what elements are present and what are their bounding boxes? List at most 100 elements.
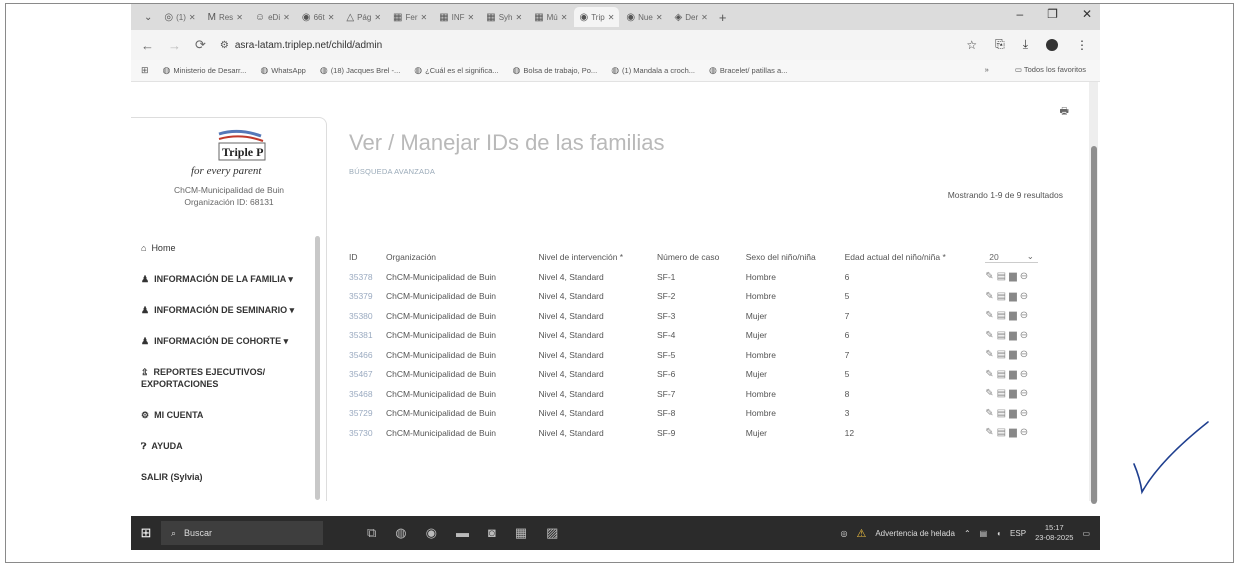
column-header[interactable]: Número de caso (657, 247, 746, 267)
tab-close-icon[interactable]: ✕ (515, 13, 522, 22)
document-icon[interactable]: ▤ (997, 271, 1006, 282)
minimize-icon[interactable]: – (1016, 7, 1023, 21)
browser-tab[interactable]: ▦ INF ✕ (434, 7, 479, 27)
tab-close-icon[interactable]: ✕ (236, 13, 243, 22)
bar-chart-icon[interactable]: ▆ (1009, 291, 1017, 302)
bookmark-item[interactable]: ◍ WhatsApp (260, 65, 305, 76)
document-icon[interactable]: ▤ (997, 408, 1006, 419)
folder-icon[interactable]: ▬ (456, 525, 469, 541)
browser-tab[interactable]: ◉ Trip ✕ (574, 7, 620, 27)
bookmark-item[interactable]: ◍ Bracelet/ patillas a... (709, 65, 787, 76)
edit-icon[interactable]: ✎ (985, 310, 993, 321)
extensions-icon[interactable]: ⎘ (995, 37, 1005, 52)
new-tab-icon[interactable]: + (719, 10, 727, 25)
tab-close-icon[interactable]: ✕ (328, 13, 335, 22)
sidebar-scrollbar[interactable] (315, 236, 320, 500)
reload-icon[interactable]: ⟳ (195, 37, 206, 53)
delete-icon[interactable]: ⊖ (1020, 330, 1028, 341)
family-id-link[interactable]: 35379 (349, 287, 386, 307)
network-icon[interactable]: ▤ (980, 529, 988, 538)
delete-icon[interactable]: ⊖ (1020, 310, 1028, 321)
delete-icon[interactable]: ⊖ (1020, 369, 1028, 380)
family-id-link[interactable]: 35381 (349, 326, 386, 346)
language-indicator[interactable]: ESP (1010, 529, 1026, 538)
notifications-icon[interactable]: ▭ (1082, 529, 1090, 538)
edit-icon[interactable]: ✎ (985, 388, 993, 399)
column-header[interactable]: Sexo del niño/niña (746, 247, 845, 267)
delete-icon[interactable]: ⊖ (1020, 291, 1028, 302)
edit-icon[interactable]: ✎ (985, 408, 993, 419)
page-size-select[interactable]: 20 ⌄ (985, 251, 1038, 263)
volume-icon[interactable]: ◖ (996, 529, 1001, 538)
apps-icon[interactable]: ⊞ (141, 65, 149, 76)
weather-alert[interactable]: Advertencia de helada (875, 529, 955, 538)
print-icon[interactable]: 🖶 (1060, 104, 1069, 121)
browser-tab[interactable]: ◈ Der ✕ (670, 7, 713, 27)
browser-tab[interactable]: △ Pág ✕ (341, 7, 386, 27)
sidebar-item[interactable]: ♟ INFORMACIÓN DE LA FAMILIA ▾ (141, 273, 311, 285)
app-icon[interactable]: ◙ (488, 525, 496, 541)
browser-tab[interactable]: ▦ Mú ✕ (529, 7, 572, 27)
bar-chart-icon[interactable]: ▆ (1009, 310, 1017, 321)
tab-close-icon[interactable]: ✕ (374, 13, 381, 22)
bar-chart-icon[interactable]: ▆ (1009, 271, 1017, 282)
browser-tab[interactable]: ☺ eDi ✕ (250, 7, 295, 27)
tab-list-button[interactable]: ⌄ (139, 7, 157, 27)
delete-icon[interactable]: ⊖ (1020, 408, 1028, 419)
back-icon[interactable]: ← (141, 38, 154, 53)
taskbar-clock[interactable]: 15:17 23-08-2025 (1035, 523, 1073, 543)
advanced-search-link[interactable]: BÚSQUEDA AVANZADA (349, 167, 435, 176)
family-id-link[interactable]: 35467 (349, 365, 386, 385)
bookmark-item[interactable]: ◍ (18) Jacques Brel -... (320, 65, 400, 76)
edit-icon[interactable]: ✎ (985, 291, 993, 302)
all-favorites-button[interactable]: ▭ Todos los favoritos (1015, 65, 1086, 74)
grid-app-icon[interactable]: ▦ (515, 525, 527, 541)
bookmark-item[interactable]: ◍ Ministerio de Desarr... (163, 65, 247, 76)
windows-start-icon[interactable]: ⊞ (131, 525, 161, 541)
bookmark-item[interactable]: ◍ ¿Cuál es el significa... (414, 65, 498, 76)
document-icon[interactable]: ▤ (997, 310, 1006, 321)
edit-icon[interactable]: ✎ (985, 427, 993, 438)
document-icon[interactable]: ▤ (997, 369, 1006, 380)
browser-tab[interactable]: ◎ (1) ✕ (159, 7, 200, 27)
document-icon[interactable]: ▤ (997, 349, 1006, 360)
browser-tab[interactable]: M Res ✕ (203, 7, 248, 27)
document-icon[interactable]: ▤ (997, 291, 1006, 302)
sidebar-item[interactable]: SALIR (Sylvia) (141, 471, 311, 483)
bar-chart-icon[interactable]: ▆ (1009, 369, 1017, 380)
family-id-link[interactable]: 35380 (349, 306, 386, 326)
bookmark-item[interactable]: ◍ (1) Mandala a croch... (611, 65, 695, 76)
delete-icon[interactable]: ⊖ (1020, 271, 1028, 282)
tab-close-icon[interactable]: ✕ (608, 13, 615, 22)
sidebar-item[interactable]: ♟ INFORMACIÓN DE COHORTE ▾ (141, 335, 311, 347)
column-header[interactable]: Nivel de intervención * (539, 247, 657, 267)
document-icon[interactable]: ▤ (997, 330, 1006, 341)
chrome-icon[interactable]: ◉ (426, 525, 437, 541)
sidebar-item[interactable]: ♟ INFORMACIÓN DE SEMINARIO ▾ (141, 304, 311, 316)
bookmark-star-icon[interactable]: ☆ (966, 38, 977, 52)
delete-icon[interactable]: ⊖ (1020, 388, 1028, 399)
delete-icon[interactable]: ⊖ (1020, 349, 1028, 360)
site-info-icon[interactable]: ⚙ (220, 40, 229, 51)
browser-tab[interactable]: ▦ Fer ✕ (388, 7, 432, 27)
sidebar-item[interactable]: ⌂ Home (141, 242, 311, 254)
tab-close-icon[interactable]: ✕ (283, 13, 290, 22)
bar-chart-icon[interactable]: ▆ (1009, 388, 1017, 399)
browser-tab[interactable]: ◉ 66t ✕ (297, 7, 340, 27)
tab-close-icon[interactable]: ✕ (420, 13, 427, 22)
family-id-link[interactable]: 35729 (349, 404, 386, 424)
tab-close-icon[interactable]: ✕ (701, 13, 708, 22)
sidebar-item[interactable]: ❓︎ AYUDA (141, 440, 311, 452)
menu-icon[interactable]: ⋮ (1076, 38, 1088, 52)
column-header[interactable]: Edad actual del niño/niña * (845, 247, 986, 267)
tab-close-icon[interactable]: ✕ (468, 13, 475, 22)
bar-chart-icon[interactable]: ▆ (1009, 330, 1017, 341)
document-icon[interactable]: ▤ (997, 388, 1006, 399)
tab-close-icon[interactable]: ✕ (656, 13, 663, 22)
forward-icon[interactable]: → (168, 38, 181, 53)
column-header[interactable]: Organización (386, 247, 539, 267)
app-icon-2[interactable]: ▨ (546, 525, 558, 541)
edit-icon[interactable]: ✎ (985, 330, 993, 341)
bar-chart-icon[interactable]: ▆ (1009, 408, 1017, 419)
bar-chart-icon[interactable]: ▆ (1009, 349, 1017, 360)
